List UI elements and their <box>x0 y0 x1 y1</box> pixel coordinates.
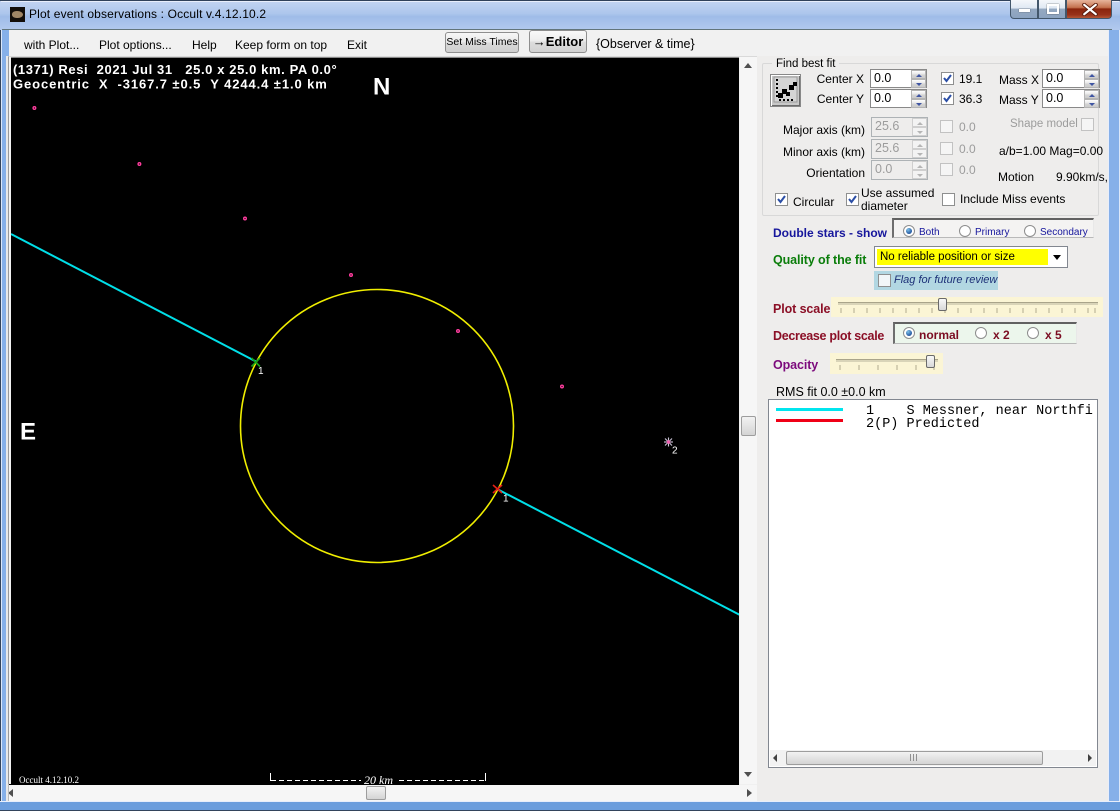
svg-text:Occult 4.12.10.2: Occult 4.12.10.2 <box>19 775 79 785</box>
svg-text:1: 1 <box>258 366 264 377</box>
svg-text:Geocentric X -3167.7 ±0.5 Y: Geocentric X -3167.7 ±0.5 Y 4244.4 ±1.0 … <box>13 77 328 92</box>
svg-text:20 km: 20 km <box>364 773 393 785</box>
svg-text:N: N <box>373 74 390 101</box>
svg-text:E: E <box>20 419 36 446</box>
svg-text:(1371) Resi 2021 Jul 31 25.: (1371) Resi 2021 Jul 31 25.0 x 25.0 km. … <box>13 62 337 77</box>
svg-text:1: 1 <box>503 494 509 505</box>
svg-text:2: 2 <box>672 446 678 457</box>
